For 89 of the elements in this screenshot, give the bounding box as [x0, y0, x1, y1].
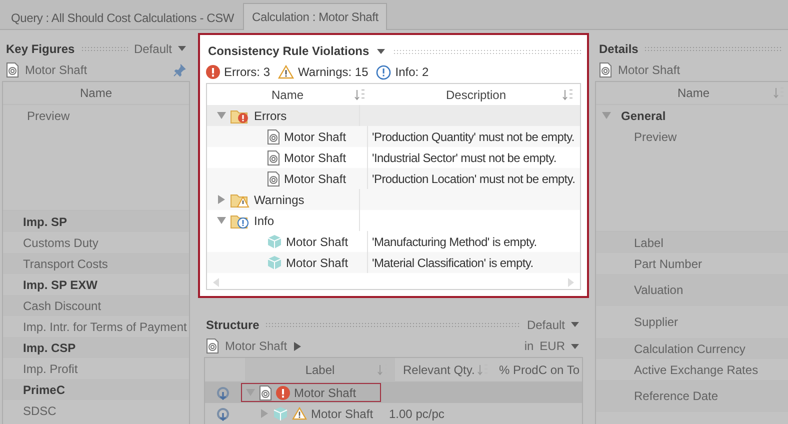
cube-icon — [267, 255, 282, 270]
collapse-arrow-icon[interactable] — [602, 111, 611, 120]
sort-icon[interactable] — [773, 87, 785, 99]
column-header[interactable]: % ProdC on To — [495, 358, 582, 381]
part-icon — [206, 338, 219, 354]
violation-description: 'Production Location' must not be empty. — [371, 170, 576, 188]
count-label: Info: 2 — [395, 65, 429, 79]
structure-item[interactable]: Motor Shaft — [241, 383, 381, 402]
group-row[interactable]: Warnings — [207, 189, 580, 210]
view-dropdown[interactable]: Default — [526, 318, 565, 332]
folder-error-icon — [230, 108, 250, 124]
column-header[interactable]: Label — [245, 358, 395, 381]
scroll-right-icon[interactable] — [568, 278, 574, 286]
count-label: Warnings: 15 — [298, 65, 368, 79]
tab[interactable]: Calculation : Motor Shaft — [243, 3, 388, 30]
group-row[interactable]: Errors — [207, 105, 580, 126]
folder-info-icon — [230, 212, 250, 228]
cube-icon — [267, 234, 282, 249]
sort-icon[interactable] — [562, 88, 574, 100]
property-label: Reference Date — [596, 380, 788, 412]
violation-description: 'Manufacturing Method' is empty. — [371, 234, 538, 250]
column-header[interactable]: Description — [372, 84, 580, 105]
dropdown-caret-icon[interactable] — [377, 48, 386, 54]
cube-icon — [273, 406, 288, 421]
panel-title: Structure — [206, 318, 260, 332]
column-header[interactable]: Relevant Qty. — [395, 358, 495, 381]
sync-icon[interactable] — [216, 386, 230, 400]
breadcrumb-arrow-icon[interactable] — [293, 342, 302, 350]
group-label: Warnings — [254, 192, 304, 206]
item-name: Motor Shaft — [284, 172, 346, 186]
count-label: Errors: 3 — [224, 65, 270, 79]
item-name: Motor Shaft — [284, 130, 346, 144]
part-icon — [599, 62, 612, 78]
part-icon — [259, 384, 272, 400]
item-name: Motor Shaft — [286, 256, 348, 270]
sync-icon[interactable] — [216, 406, 230, 420]
popup-title: Consistency Rule Violations — [208, 44, 370, 58]
property-label: Label — [596, 232, 788, 253]
warning-icon — [292, 407, 307, 420]
part-icon — [267, 128, 280, 144]
object-name: Motor Shaft — [618, 63, 680, 77]
error-icon — [276, 386, 290, 400]
folder-warning-icon — [230, 192, 250, 208]
panel-title: Details — [599, 42, 638, 56]
error-icon — [206, 65, 220, 79]
item-name: Motor Shaft — [284, 150, 346, 164]
info-icon — [376, 64, 392, 80]
collapse-arrow-icon[interactable] — [217, 111, 226, 120]
view-dropdown[interactable]: Default — [134, 42, 172, 56]
key-figure-label: Transport Costs — [3, 253, 189, 274]
preview-label: Preview — [27, 109, 70, 123]
currency-prefix: in — [524, 339, 534, 353]
pin-icon[interactable] — [173, 64, 186, 76]
expand-arrow-icon[interactable] — [260, 409, 269, 418]
dropdown-caret-icon[interactable] — [178, 46, 186, 51]
group-label: General — [621, 108, 666, 122]
object-name[interactable]: Motor Shaft — [225, 339, 288, 353]
column-header[interactable]: Name — [223, 84, 372, 105]
panel-title: Key Figures — [6, 42, 75, 56]
column-header[interactable]: Name — [3, 82, 189, 105]
group-label: Info — [254, 214, 274, 228]
dropdown-caret-icon[interactable] — [571, 344, 579, 348]
scroll-left-icon[interactable] — [213, 278, 219, 286]
property-label: Calculation Currency — [596, 338, 788, 359]
part-icon — [6, 62, 19, 78]
sort-icon[interactable] — [477, 364, 489, 376]
key-figure-label: PrimeC — [3, 379, 189, 400]
key-figure-label: Imp. CSP — [3, 337, 189, 358]
violation-description: 'Industrial Sector' must not be empty. — [371, 150, 558, 166]
violation-description: 'Production Quantity' must not be empty. — [371, 128, 576, 146]
quantity-cell: 1.00 pc/pc — [389, 406, 444, 420]
currency-dropdown[interactable]: EUR — [540, 339, 565, 353]
key-figure-label: Cash Discount — [3, 295, 189, 316]
item-name: Motor Shaft — [286, 234, 348, 248]
part-icon — [267, 150, 280, 166]
object-name: Motor Shaft — [25, 63, 88, 77]
part-icon — [267, 170, 280, 186]
collapse-arrow-icon[interactable] — [217, 216, 226, 225]
dropdown-caret-icon[interactable] — [571, 322, 579, 327]
property-label: Preview — [634, 130, 677, 144]
structure-item[interactable]: Motor Shaft — [241, 404, 381, 423]
property-label: Valuation — [596, 274, 788, 306]
key-figure-label: Imp. SP — [3, 211, 189, 232]
group-label: Errors — [254, 108, 287, 122]
expand-arrow-icon[interactable] — [217, 195, 226, 204]
warning-icon — [278, 65, 294, 79]
violation-description: 'Material Classification' is empty. — [371, 254, 534, 272]
tab[interactable]: Query : All Should Cost Calculations - CSW — [2, 4, 244, 30]
sort-icon[interactable] — [354, 88, 366, 100]
